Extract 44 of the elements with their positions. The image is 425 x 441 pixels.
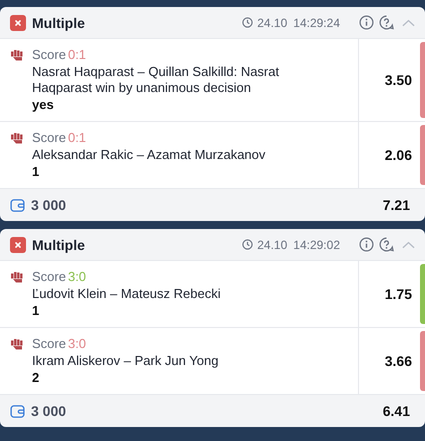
close-icon[interactable] <box>10 14 26 30</box>
event-name: Aleksandar Rakic – Azamat Murzakanov <box>32 147 266 163</box>
clock-icon <box>242 239 254 250</box>
pick-value: 2 <box>32 370 40 386</box>
score-value: 0:1 <box>68 47 86 62</box>
score-label: Score <box>32 336 66 351</box>
event-name: Ľudovit Klein – Mateusz Rebecki <box>32 286 222 302</box>
pick-value: yes <box>32 97 55 113</box>
help-icon[interactable] <box>379 237 394 252</box>
odds-value: 3.66 <box>384 353 412 369</box>
bet-date: 24.10 <box>257 16 288 30</box>
score-label: Score <box>32 130 66 145</box>
bet-title: Multiple <box>32 236 86 252</box>
total-odds: 6.41 <box>382 403 410 419</box>
bet-title: Multiple <box>32 14 86 30</box>
fist-icon <box>10 48 24 62</box>
stake-amount: 3 000 <box>31 403 68 419</box>
pick-value: 1 <box>32 303 40 319</box>
score-value: 0:1 <box>68 130 86 145</box>
info-icon[interactable] <box>359 237 374 252</box>
bet-time: 14:29:02 <box>293 238 340 252</box>
bet-date: 24.10 <box>257 238 288 252</box>
score-label: Score <box>32 47 66 62</box>
stake-amount: 3 000 <box>31 197 68 213</box>
info-icon[interactable] <box>359 15 374 30</box>
help-icon[interactable] <box>379 15 394 30</box>
close-icon[interactable] <box>10 236 26 252</box>
total-odds: 7.21 <box>382 197 410 213</box>
wallet-icon <box>10 198 25 212</box>
fist-icon <box>10 131 24 145</box>
odds-value: 2.06 <box>384 147 412 163</box>
wallet-icon <box>10 404 25 418</box>
score-value: 3:0 <box>68 269 86 284</box>
score-label: Score <box>32 269 66 284</box>
bet-time: 14:29:24 <box>293 16 340 30</box>
fist-icon <box>10 270 24 284</box>
score-value: 3:0 <box>68 336 86 351</box>
event-name: Nasrat Haqparast – Quillan Salkilld: Nasrat Haqparast win by unanimous decision <box>32 64 280 96</box>
odds-value: 1.75 <box>384 286 412 302</box>
pick-value: 1 <box>32 164 40 180</box>
clock-icon <box>242 17 254 28</box>
odds-value: 3.50 <box>384 72 412 88</box>
event-name: Ikram Aliskerov – Park Jun Yong <box>32 353 220 369</box>
fist-icon <box>10 337 24 351</box>
